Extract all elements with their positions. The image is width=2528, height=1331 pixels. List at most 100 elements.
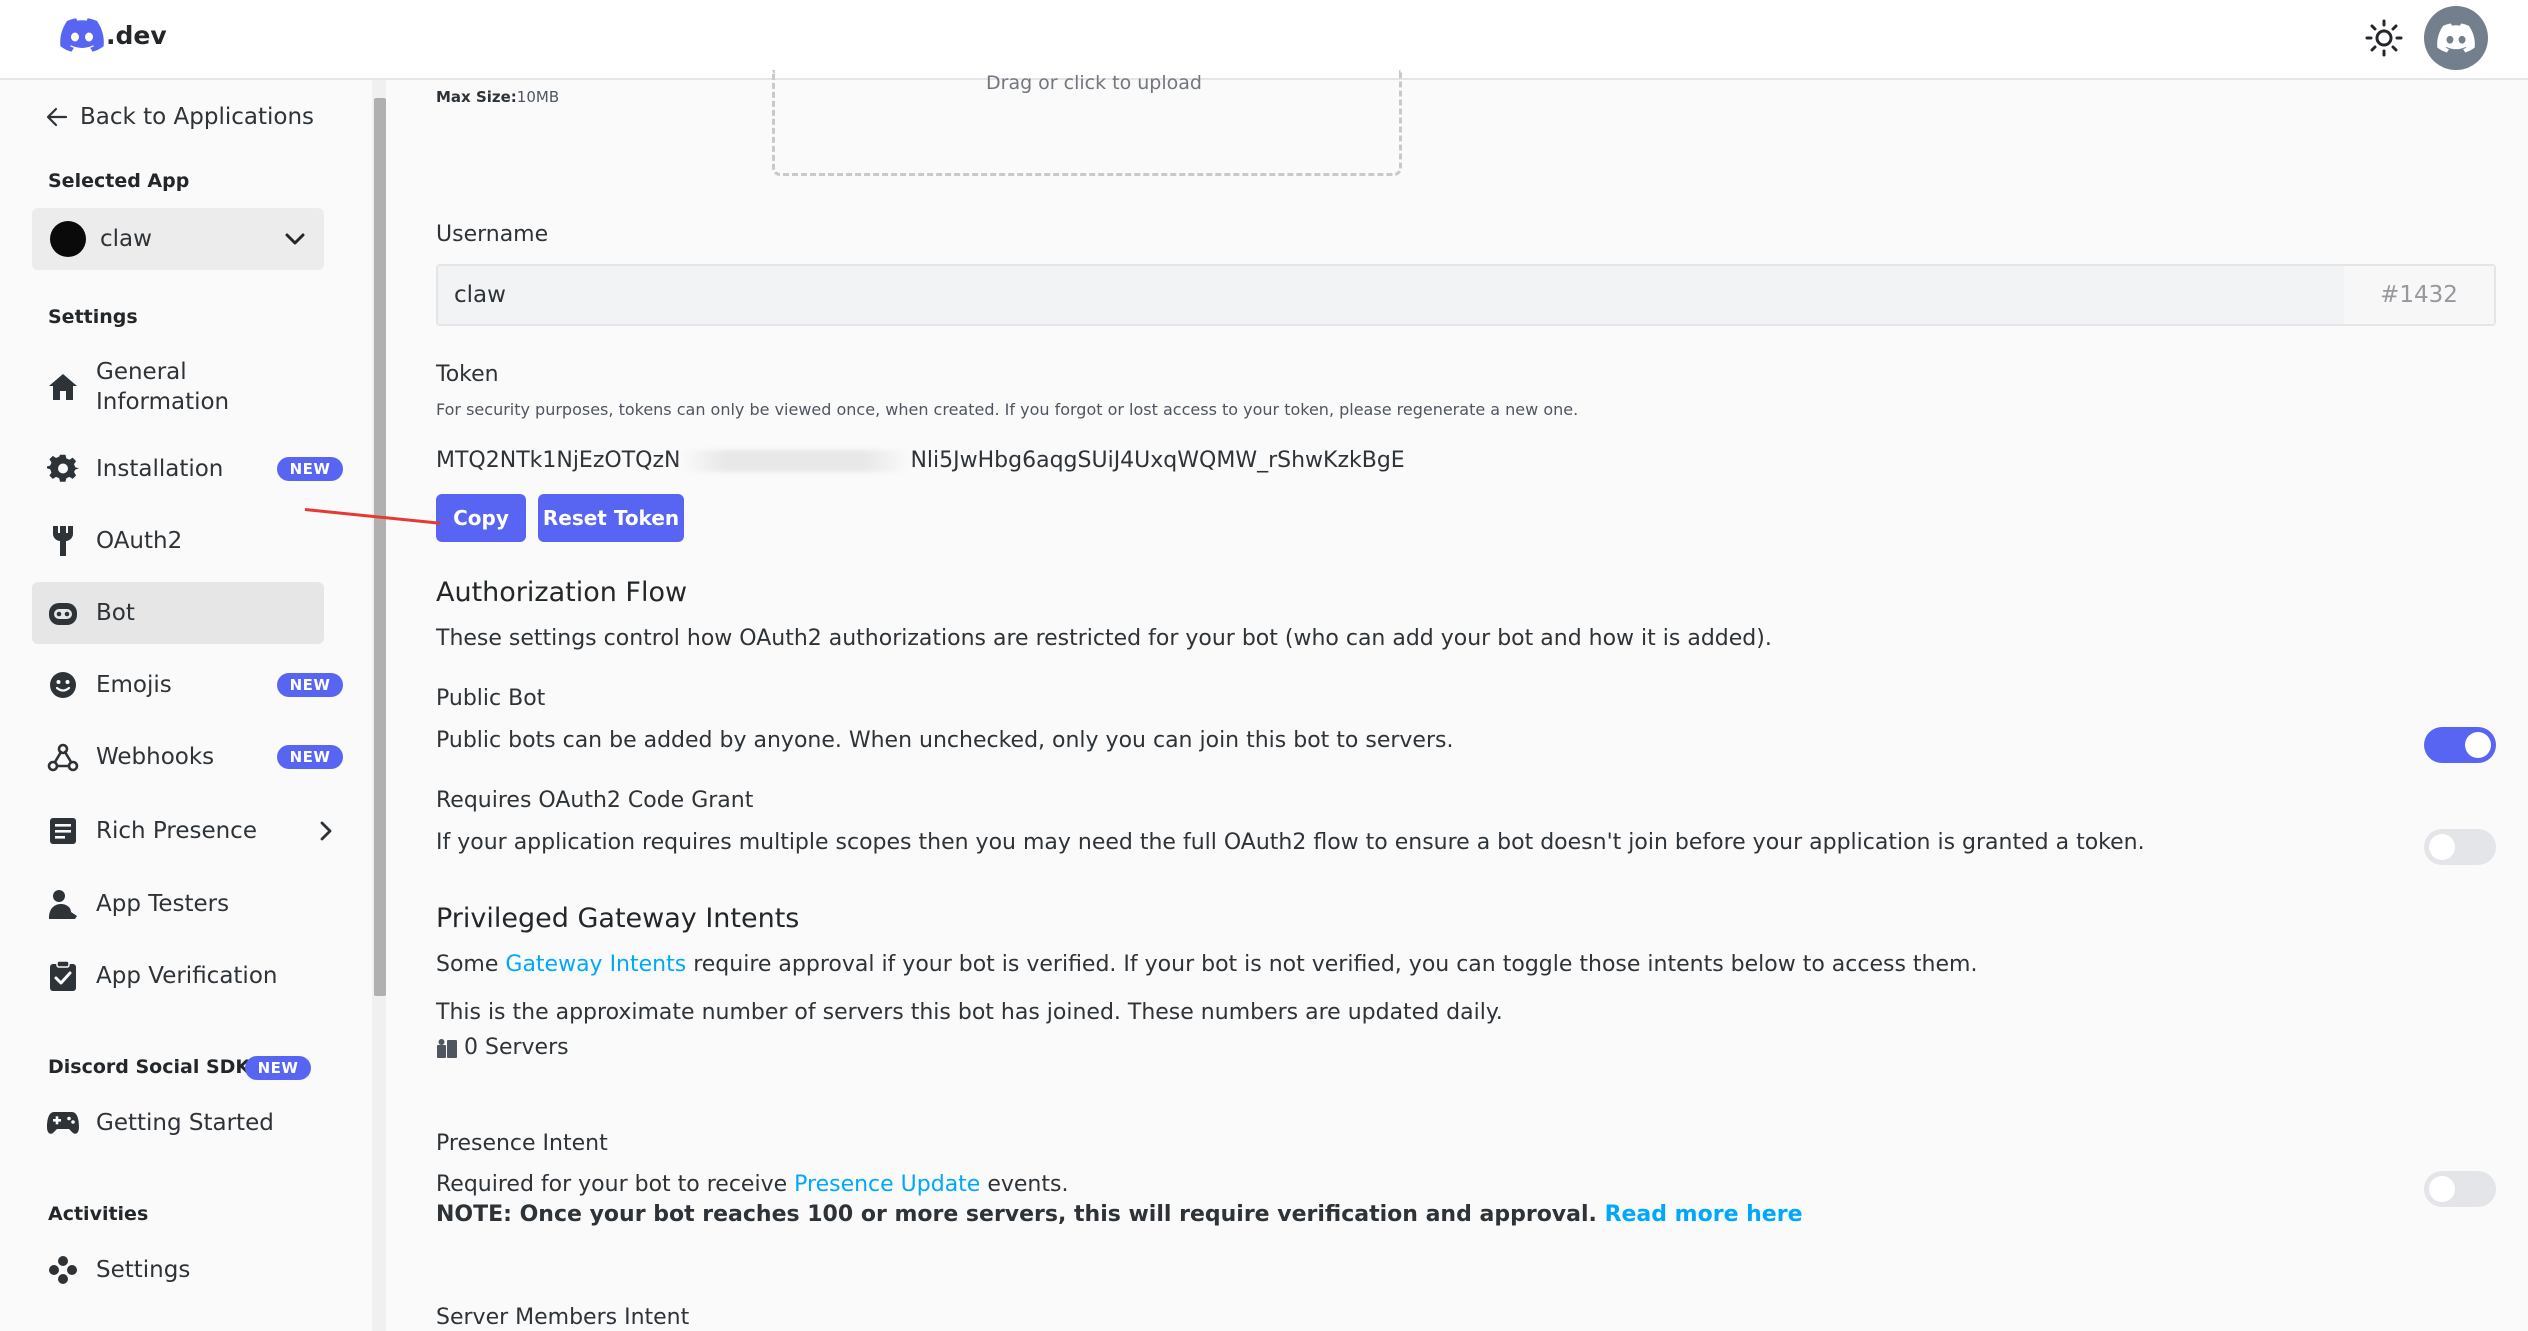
- max-size-label: Max Size:: [436, 88, 517, 106]
- sidebar-item-rich-presence[interactable]: Rich Presence: [32, 808, 332, 854]
- presence-update-link[interactable]: Presence Update: [794, 1172, 980, 1197]
- reset-token-button[interactable]: Reset Token: [538, 494, 684, 542]
- max-size-value: 10MB: [516, 88, 560, 106]
- username-value: claw: [454, 282, 506, 308]
- logo-text: .dev: [106, 20, 167, 50]
- server-count: 0 Servers: [436, 1035, 569, 1060]
- servers-icon: [437, 1038, 457, 1058]
- authorization-flow-title: Authorization Flow: [436, 577, 688, 608]
- gear-icon: [46, 452, 80, 486]
- discord-avatar-icon: [2437, 23, 2475, 53]
- sidebar-item-label: General Information: [96, 359, 230, 415]
- home-icon: [46, 370, 80, 404]
- code-grant-description: If your application requires multiple sc…: [436, 830, 2145, 855]
- upload-text: Drag or click to upload: [986, 72, 1202, 94]
- token-label: Token: [436, 362, 499, 387]
- user-avatar[interactable]: [2424, 6, 2488, 70]
- sidebar-item-label: Getting Started: [96, 1110, 274, 1136]
- discord-logo-icon: [60, 18, 104, 52]
- new-badge: NEW: [277, 457, 343, 481]
- gamepad-icon: [46, 1106, 80, 1140]
- discord-social-sdk-label: Discord Social SDK: [48, 1056, 251, 1078]
- sidebar-item-label: Installation: [96, 456, 224, 482]
- top-bar: .dev: [0, 0, 2528, 80]
- toggle-knob: [2465, 732, 2491, 758]
- new-badge: NEW: [277, 745, 343, 769]
- chevron-right-icon: [320, 821, 332, 841]
- activities-label: Activities: [48, 1203, 149, 1225]
- token-value: MTQ2NTk1NjEzOTQzN Nli5JwHbg6aqgSUiJ4UxqWQ…: [436, 448, 1405, 473]
- sidebar-item-label: App Verification: [96, 963, 278, 989]
- discriminator: #1432: [2344, 266, 2494, 324]
- selected-app-label: Selected App: [48, 170, 190, 192]
- public-bot-description: Public bots can be added by anyone. When…: [436, 728, 1454, 753]
- privileged-intents-title: Privileged Gateway Intents: [436, 903, 800, 934]
- sidebar-item-label: Bot: [96, 600, 135, 626]
- app-selector[interactable]: claw: [32, 208, 324, 270]
- token-suffix: Nli5JwHbg6aqgSUiJ4UxqWQMW_rShwKzkBgE: [910, 448, 1405, 473]
- activity-icon: [46, 1253, 80, 1287]
- presence-intent-note: NOTE: Once your bot reaches 100 or more …: [436, 1202, 1803, 1227]
- presence-desc-pre: Required for your bot to receive: [436, 1172, 795, 1197]
- read-more-link[interactable]: Read more here: [1605, 1202, 1803, 1227]
- sidebar-item-webhooks[interactable]: Webhooks NEW: [32, 734, 343, 780]
- presence-desc-post: events.: [980, 1172, 1069, 1197]
- main-content: Max Size:10MB Drag or click to upload Us…: [436, 70, 2496, 1331]
- back-label: Back to Applications: [80, 104, 315, 130]
- chevron-down-icon: [285, 233, 305, 245]
- wrench-icon: [46, 524, 80, 558]
- code-grant-title: Requires OAuth2 Code Grant: [436, 788, 754, 813]
- bot-icon: [46, 596, 80, 630]
- servers-note: This is the approximate number of server…: [436, 1000, 1503, 1025]
- servers-count: 0 Servers: [464, 1035, 569, 1060]
- sidebar-item-label: Settings: [96, 1257, 191, 1283]
- new-badge: NEW: [277, 673, 343, 697]
- username-field[interactable]: claw #1432: [436, 264, 2496, 326]
- sidebar-scrollbar-thumb[interactable]: [374, 98, 386, 996]
- code-grant-toggle[interactable]: [2424, 829, 2496, 865]
- document-icon: [46, 814, 80, 848]
- intents-desc-post: require approval if your bot is verified…: [686, 952, 1978, 977]
- sidebar-item-label: OAuth2: [96, 528, 183, 554]
- privileged-intents-description: Some Gateway Intents require approval if…: [436, 952, 1977, 977]
- user-icon: [46, 887, 80, 921]
- public-bot-title: Public Bot: [436, 686, 546, 711]
- max-size-info: Max Size:10MB: [436, 88, 559, 106]
- presence-intent-description: Required for your bot to receive Presenc…: [436, 1172, 1068, 1197]
- token-help-text: For security purposes, tokens can only b…: [436, 400, 1579, 419]
- clipboard-check-icon: [46, 959, 80, 993]
- sun-icon[interactable]: [2364, 18, 2404, 58]
- settings-label: Settings: [48, 306, 138, 328]
- back-to-applications-link[interactable]: Back to Applications: [46, 104, 314, 130]
- sidebar-item-bot[interactable]: Bot: [32, 582, 324, 644]
- server-members-intent-title: Server Members Intent: [436, 1305, 690, 1330]
- presence-note-text: NOTE: Once your bot reaches 100 or more …: [436, 1202, 1597, 1227]
- sidebar-item-app-testers[interactable]: App Testers: [32, 881, 324, 927]
- presence-intent-toggle[interactable]: [2424, 1171, 2496, 1207]
- toggle-knob: [2429, 1176, 2455, 1202]
- sidebar-item-getting-started[interactable]: Getting Started: [32, 1100, 324, 1146]
- app-name: claw: [100, 226, 152, 252]
- arrow-left-icon: [46, 107, 68, 127]
- public-bot-toggle[interactable]: [2424, 727, 2496, 763]
- sidebar-item-label: Webhooks: [96, 744, 215, 770]
- sidebar-item-oauth2[interactable]: OAuth2: [32, 518, 324, 564]
- intents-desc-pre: Some: [436, 952, 506, 977]
- sidebar-item-installation[interactable]: Installation NEW: [32, 446, 343, 492]
- sidebar-item-emojis[interactable]: Emojis NEW: [32, 662, 343, 708]
- sidebar-item-general-information[interactable]: General Information: [32, 354, 324, 420]
- sidebar-item-activities-settings[interactable]: Settings: [32, 1247, 324, 1293]
- sidebar-item-app-verification[interactable]: App Verification: [32, 953, 324, 999]
- token-redaction: [680, 450, 911, 472]
- sidebar-item-label: Rich Presence: [96, 818, 257, 844]
- emoji-icon: [46, 668, 80, 702]
- sidebar-item-label: Emojis: [96, 672, 172, 698]
- discord-dev-logo[interactable]: .dev: [60, 18, 167, 52]
- authorization-flow-description: These settings control how OAuth2 author…: [436, 626, 1772, 651]
- webhook-icon: [46, 740, 80, 774]
- token-prefix: MTQ2NTk1NjEzOTQzN: [436, 448, 681, 473]
- presence-intent-title: Presence Intent: [436, 1131, 608, 1156]
- new-badge: NEW: [245, 1056, 311, 1080]
- copy-token-button[interactable]: Copy: [436, 494, 526, 542]
- gateway-intents-link[interactable]: Gateway Intents: [505, 952, 686, 977]
